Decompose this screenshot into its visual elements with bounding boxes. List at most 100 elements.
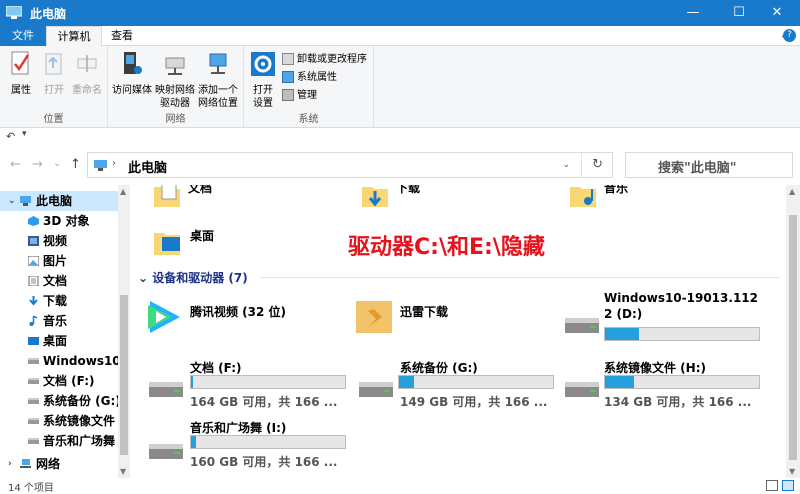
sidebar-item-network[interactable]: › 网络 [0, 454, 118, 474]
device-drive-g[interactable]: 系统备份 (G:) 149 GB 可用，共 166 ... [354, 357, 574, 413]
tab-computer[interactable]: 计算机 [46, 26, 102, 47]
device-drive-d[interactable]: Windows10-19013.112 2 (D:) [564, 291, 784, 347]
sidebar-item-documents[interactable]: 文档 [0, 271, 118, 291]
close-button[interactable]: ✕ [754, 0, 800, 26]
device-drive-f[interactable]: 文档 (F:) 164 GB 可用，共 166 ... [144, 357, 364, 413]
up-button[interactable]: ↑ [70, 157, 81, 172]
tab-view[interactable]: 查看 [102, 26, 142, 46]
rename-icon [77, 55, 97, 72]
refresh-button[interactable]: ↻ [592, 157, 603, 172]
section-divider [260, 277, 780, 278]
content-scrollbar[interactable]: ▲ ▼ [786, 185, 800, 478]
folder-desktop[interactable]: 桌面 [152, 223, 252, 257]
sidebar-item-drive-d[interactable]: Windows10-19013.1122 (D:) [0, 351, 118, 371]
scroll-up-icon[interactable]: ▲ [789, 187, 795, 196]
content-scroll-thumb[interactable] [789, 215, 797, 460]
folder-downloads[interactable]: 下载 [360, 185, 420, 212]
large-icons-view-icon[interactable] [782, 480, 794, 491]
customize-qat-dropdown[interactable]: ▾ [22, 129, 27, 139]
address-dropdown-icon[interactable]: ⌄ [562, 160, 570, 170]
search-box[interactable]: 搜索"此电脑" [625, 152, 793, 178]
sidebar-item-pictures[interactable]: 图片 [0, 251, 118, 271]
minimize-button[interactable]: — [670, 0, 716, 26]
details-view-icon[interactable] [766, 480, 778, 491]
pc-icon [20, 196, 31, 206]
drive-icon [28, 438, 39, 444]
system-properties-button[interactable]: 系统属性 [282, 70, 337, 86]
documents-icon [28, 276, 39, 286]
sidebar-item-3d-objects[interactable]: 3D 对象 [0, 211, 118, 231]
map-network-drive-button[interactable]: 映射网络 驱动器 [154, 50, 196, 110]
open-settings-button[interactable]: 打开 设置 [248, 50, 278, 110]
sidebar-item-desktop[interactable]: 桌面 [0, 331, 118, 351]
sidebar-item-this-pc[interactable]: ⌄ 此电脑 [0, 191, 118, 211]
undo-icon[interactable]: ↶ [6, 130, 15, 143]
tencent-video-icon [148, 301, 180, 333]
sidebar-item-drive-h[interactable]: 系统镜像文件 (H:) [0, 411, 118, 431]
address-divider [581, 153, 582, 177]
sidebar-scrollbar[interactable]: ▲ ▼ [118, 185, 130, 478]
sidebar-item-drive-f[interactable]: 文档 (F:) [0, 371, 118, 391]
breadcrumb-separator-icon[interactable]: › [112, 158, 116, 169]
drive-icon [28, 418, 39, 424]
capacity-fill [191, 376, 193, 388]
properties-button[interactable]: 属性 [6, 50, 36, 97]
hard-drive-icon [149, 382, 183, 397]
recent-locations-button[interactable]: ⌄ [53, 158, 61, 169]
sidebar-item-videos[interactable]: 视频 [0, 231, 118, 251]
scroll-up-icon[interactable]: ▲ [120, 187, 126, 196]
forward-button[interactable]: → [32, 157, 43, 172]
manage-icon [282, 89, 294, 101]
media-device-icon [124, 52, 142, 74]
device-drive-h[interactable]: 系统镜像文件 (H:) 134 GB 可用，共 166 ... [564, 357, 784, 413]
desktop-icon [28, 337, 39, 345]
thunder-download-icon [356, 301, 392, 333]
search-placeholder: 搜索"此电脑" [658, 161, 737, 176]
sidebar-scroll-thumb[interactable] [120, 295, 128, 455]
add-network-location-button[interactable]: 添加一个 网络位置 [196, 50, 240, 110]
open-button[interactable]: 打开 [40, 50, 68, 97]
manage-button[interactable]: 管理 [282, 88, 317, 104]
back-button[interactable]: ← [10, 157, 21, 172]
uninstall-icon [282, 53, 294, 65]
folder-documents[interactable]: 文档 [152, 185, 212, 212]
group-label-system: 系统 [298, 114, 319, 125]
tab-file[interactable]: 文件 [0, 26, 46, 46]
music-folder-icon [570, 187, 596, 207]
ribbon-group-system: 打开 设置 卸载或更改程序 系统属性 管理 系统 [244, 46, 374, 128]
breadcrumb-this-pc[interactable]: 此电脑 [128, 157, 167, 176]
capacity-bar [190, 435, 346, 449]
title-bar: 此电脑 — ☐ ✕ [0, 0, 800, 26]
scroll-down-icon[interactable]: ▼ [120, 467, 126, 476]
music-icon [29, 316, 38, 326]
sidebar-item-drive-g[interactable]: 系统备份 (G:) [0, 391, 118, 411]
expand-chevron-icon[interactable]: ⌄ [8, 191, 16, 211]
scroll-down-icon[interactable]: ▼ [789, 467, 795, 476]
uninstall-program-button[interactable]: 卸载或更改程序 [282, 52, 367, 68]
sidebar-item-music[interactable]: 音乐 [0, 311, 118, 331]
capacity-fill [605, 376, 635, 388]
ribbon-group-location: 属性 打开 重命名 位置 [0, 46, 108, 128]
group-label-location: 位置 [43, 114, 64, 125]
device-drive-i[interactable]: 音乐和广场舞 (I:) 160 GB 可用，共 166 ... [144, 419, 364, 475]
content-pane: 文档 下载 音乐 桌面 驱动器C:\和E:\隐藏 ⌄ 设备和驱动器 (7) 腾讯… [130, 185, 800, 478]
devices-section-header[interactable]: ⌄ 设备和驱动器 (7) [138, 269, 248, 286]
rename-button[interactable]: 重命名 [70, 50, 104, 97]
help-icon[interactable]: ? [783, 29, 796, 42]
folder-music[interactable]: 音乐 [568, 185, 628, 212]
hard-drive-icon [149, 444, 183, 459]
address-bar[interactable]: › 此电脑 ⌄ ↻ [87, 152, 613, 178]
expand-chevron-icon[interactable]: › [8, 454, 12, 474]
item-count: 14 个项目 [8, 483, 54, 494]
access-media-button[interactable]: 访问媒体 [112, 50, 152, 97]
settings-gear-icon [251, 52, 275, 76]
sidebar-item-drive-i[interactable]: 音乐和广场舞 (I:) [0, 431, 118, 451]
documents-folder-icon [154, 185, 180, 207]
capacity-bar [190, 375, 346, 389]
device-tencent-video[interactable]: 腾讯视频 (32 位) [144, 297, 334, 339]
sidebar-item-downloads[interactable]: 下载 [0, 291, 118, 311]
device-thunder-download[interactable]: 迅雷下载 [354, 297, 544, 339]
section-collapse-icon[interactable]: ⌄ [138, 271, 152, 285]
ribbon-group-network: 访问媒体 映射网络 驱动器 添加一个 网络位置 网络 [108, 46, 244, 128]
network-drive-icon [165, 57, 185, 75]
